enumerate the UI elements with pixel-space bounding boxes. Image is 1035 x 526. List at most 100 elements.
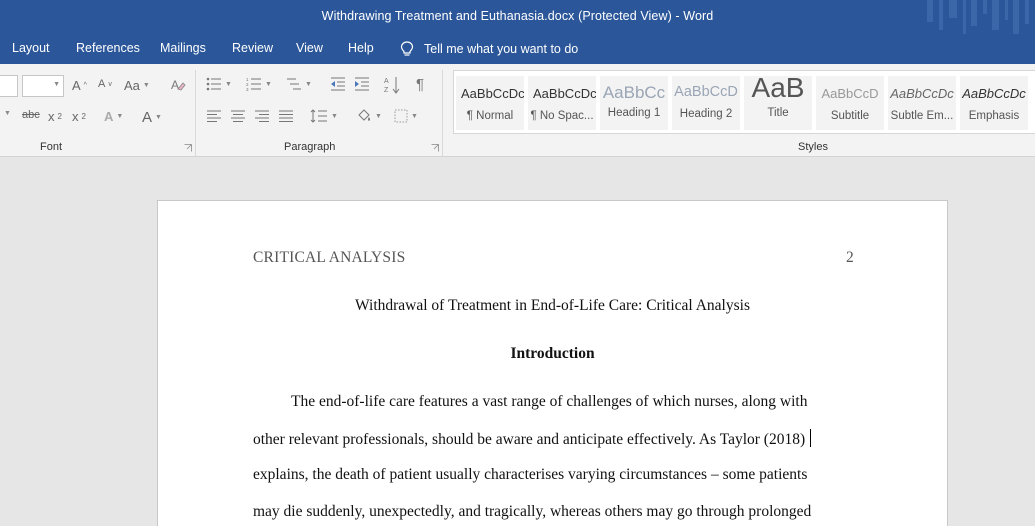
shrink-font-icon: A: [98, 78, 106, 90]
show-formatting-button[interactable]: ¶: [416, 76, 424, 93]
superscript-button[interactable]: x2: [72, 109, 86, 124]
clear-formatting-button[interactable]: A: [170, 77, 186, 93]
chevron-left-icon: ▼: [4, 110, 11, 117]
svg-text:Z: Z: [384, 87, 389, 94]
tab-references[interactable]: References: [76, 41, 140, 55]
style-name: Heading 2: [679, 108, 733, 120]
font-color-icon: A: [142, 109, 153, 126]
style-heading-2[interactable]: AaBbCcD Heading 2: [672, 76, 740, 130]
paragraph-line: The end-of-life care features a vast ran…: [291, 393, 808, 410]
multilevel-list-icon: [287, 78, 301, 90]
dialog-launcher-icon[interactable]: [184, 144, 192, 152]
align-center-button[interactable]: [230, 110, 246, 122]
style-sample: AaBbCcDc: [461, 86, 524, 101]
line-spacing-icon: [310, 109, 327, 123]
justify-icon: [279, 110, 293, 122]
tab-mailings[interactable]: Mailings: [160, 41, 206, 55]
bullets-icon: [206, 77, 221, 91]
align-left-icon: [207, 110, 221, 122]
style-sample: AaBbCcDc: [962, 86, 1026, 101]
sort-icon: AZ: [384, 77, 400, 94]
style-normal[interactable]: AaBbCcDc ¶ Normal: [456, 76, 524, 130]
tell-me-label: Tell me what you want to do: [424, 42, 579, 56]
text-effects-button[interactable]: A ▼: [104, 109, 123, 124]
window-title: Withdrawing Treatment and Euthanasia.doc…: [321, 9, 714, 23]
paragraph-line-text: other relevant professionals, should be …: [253, 431, 806, 448]
group-separator: [195, 70, 196, 156]
change-case-icon: Aa: [124, 78, 140, 93]
strikethrough-button[interactable]: abc: [22, 109, 40, 121]
ribbon: ▼ A ^ Av Aa ▼ A ▼ abc x2 x2 A ▼ A ▼ Font ▼: [0, 64, 1035, 157]
borders-button[interactable]: ▼: [394, 109, 418, 123]
multilevel-list-button[interactable]: ▼: [286, 77, 312, 91]
align-right-icon: [255, 110, 269, 122]
text-cursor: [810, 429, 812, 447]
style-sample: AaB: [751, 76, 805, 103]
paragraph-line: other relevant professionals, should be …: [253, 429, 812, 449]
increase-indent-button[interactable]: [354, 77, 370, 91]
style-emphasis[interactable]: AaBbCcDc Emphasis: [960, 76, 1028, 130]
style-sample: AaBbCcD: [821, 86, 879, 101]
styles-group-label: Styles: [798, 141, 828, 153]
align-right-button[interactable]: [254, 110, 270, 122]
text-effects-icon: A: [104, 109, 114, 124]
section-heading: Introduction: [510, 345, 595, 362]
style-name: Emphasis: [968, 110, 1020, 122]
font-color-button[interactable]: A ▼: [142, 109, 162, 126]
tab-view[interactable]: View: [296, 41, 323, 55]
paragraph-line: explains, the death of patient usually c…: [253, 466, 808, 483]
chevron-down-icon: ▼: [53, 81, 60, 88]
style-subtle-emphasis[interactable]: AaBbCcDc Subtle Em...: [888, 76, 956, 130]
font-size-box[interactable]: ▼: [22, 75, 64, 97]
style-sample: AaBbCcD: [674, 84, 738, 100]
style-sample: AaBbCcDc: [890, 86, 954, 101]
group-separator: [442, 70, 443, 156]
style-sample: AaBbCc: [602, 83, 666, 102]
svg-text:A: A: [171, 78, 179, 92]
style-no-spacing[interactable]: AaBbCcDc ¶ No Spac...: [528, 76, 596, 130]
title-bar-decoration: [927, 0, 1029, 34]
style-name: ¶ Normal: [466, 110, 514, 122]
style-name: Subtle Em...: [890, 110, 954, 122]
style-name: Heading 1: [607, 107, 661, 119]
paragraph-line: may die suddenly, unexpectedly, and trag…: [253, 503, 812, 520]
shrink-font-button[interactable]: Av: [98, 78, 112, 90]
document-title: Withdrawal of Treatment in End-of-Life C…: [355, 297, 750, 314]
line-spacing-button[interactable]: ▼: [310, 109, 338, 123]
subscript-button[interactable]: x2: [48, 109, 62, 124]
bullets-button[interactable]: ▼: [206, 77, 232, 91]
paragraph-group-label: Paragraph: [284, 141, 336, 153]
decrease-indent-icon: [331, 77, 345, 91]
strikethrough-icon: abc: [22, 109, 40, 121]
change-case-button[interactable]: Aa ▼: [124, 78, 150, 93]
style-title[interactable]: AaB Title: [744, 76, 812, 130]
sort-button[interactable]: AZ: [384, 76, 400, 94]
dialog-launcher-icon[interactable]: [431, 144, 439, 152]
decrease-indent-button[interactable]: [330, 77, 346, 91]
paint-bucket-icon: [358, 109, 370, 121]
align-left-button[interactable]: [206, 110, 222, 122]
tab-layout[interactable]: Layout: [12, 41, 50, 55]
font-name-box[interactable]: [0, 75, 18, 97]
svg-text:A: A: [384, 78, 389, 85]
eraser-icon: A: [171, 78, 186, 92]
tab-help[interactable]: Help: [348, 41, 374, 55]
grow-font-button[interactable]: A ^: [72, 78, 87, 93]
tell-me-search[interactable]: Tell me what you want to do: [400, 41, 578, 57]
styles-gallery: AaBbCcDc ¶ Normal AaBbCcDc ¶ No Spac... …: [453, 70, 1035, 134]
ribbon-tabs: Layout References Mailings Review View H…: [0, 34, 1035, 64]
tab-review[interactable]: Review: [232, 41, 273, 55]
svg-text:3: 3: [246, 87, 249, 91]
numbering-button[interactable]: 123 ▼: [246, 77, 272, 91]
shading-button[interactable]: ▼: [356, 109, 382, 123]
numbering-icon: 123: [246, 77, 261, 91]
style-heading-1[interactable]: AaBbCc Heading 1: [600, 76, 668, 130]
style-name: Subtitle: [830, 110, 870, 122]
document-page[interactable]: CRITICAL ANALYSIS 2 Withdrawal of Treatm…: [157, 200, 948, 526]
title-bar: Withdrawing Treatment and Euthanasia.doc…: [0, 0, 1035, 34]
style-subtitle[interactable]: AaBbCcD Subtitle: [816, 76, 884, 130]
superscript-icon: x: [72, 109, 79, 124]
justify-button[interactable]: [278, 110, 294, 122]
style-sample: AaBbCcDc: [533, 86, 596, 101]
lightbulb-icon: [400, 41, 414, 56]
